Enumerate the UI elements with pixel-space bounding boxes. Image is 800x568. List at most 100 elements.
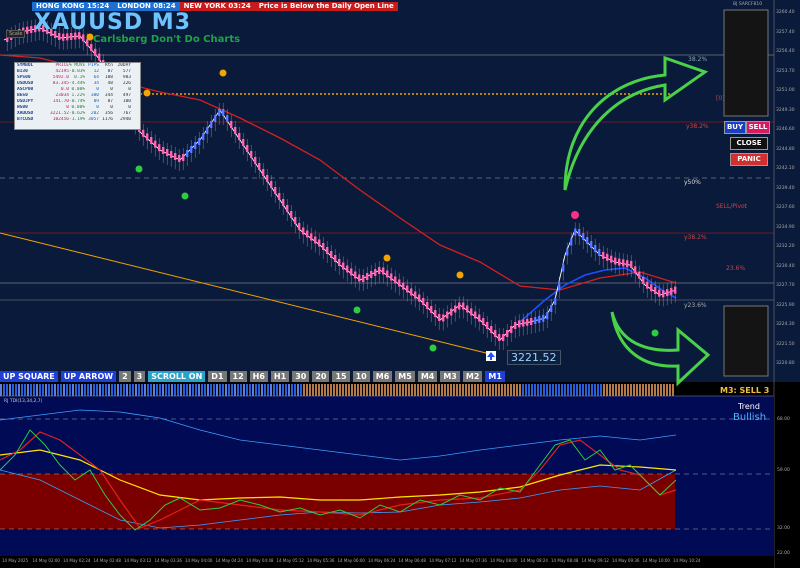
strip-segment — [591, 384, 593, 396]
timeframe-button[interactable]: 3 — [133, 371, 146, 382]
strip-segment — [435, 384, 437, 396]
level-label: 38.2% — [688, 56, 708, 63]
price-tick: 3244.80 — [776, 146, 795, 152]
strip-segment — [474, 384, 476, 396]
strip-segment — [621, 384, 623, 396]
table-cell: 102456 — [52, 117, 69, 122]
strip-segment — [633, 384, 635, 396]
strip-segment — [306, 384, 308, 396]
strip-segment — [459, 384, 461, 396]
strip-segment — [444, 384, 446, 396]
strip-segment — [237, 384, 239, 396]
timeframe-button[interactable]: M5 — [395, 371, 415, 382]
price-tick: 3234.90 — [776, 224, 795, 230]
table-cell: 3057 — [88, 117, 99, 122]
strip-segment — [450, 384, 452, 396]
strip-segment — [252, 384, 254, 396]
timeframe-button[interactable]: M1 — [485, 371, 505, 382]
timeframe-button[interactable]: 30 — [292, 371, 310, 382]
strip-segment — [495, 384, 497, 396]
strip-segment — [411, 384, 413, 396]
strip-segment — [489, 384, 491, 396]
strip-segment — [471, 384, 473, 396]
strip-segment — [99, 384, 101, 396]
buy-button[interactable]: BUY — [724, 121, 746, 134]
strip-segment — [375, 384, 377, 396]
strip-segment — [147, 384, 149, 396]
strip-segment — [456, 384, 458, 396]
strip-segment — [315, 384, 317, 396]
strip-segment — [45, 384, 47, 396]
strip-segment — [63, 384, 65, 396]
strip-segment — [582, 384, 584, 396]
timeframe-button[interactable]: H6 — [249, 371, 268, 382]
timeframe-button[interactable]: UP ARROW — [60, 371, 117, 382]
strip-segment — [402, 384, 404, 396]
strip-segment — [219, 384, 221, 396]
strip-segment — [291, 384, 293, 396]
strip-segment — [246, 384, 248, 396]
strip-segment — [150, 384, 152, 396]
strip-segment — [30, 384, 32, 396]
panic-button[interactable]: PANIC — [730, 153, 768, 166]
level-label: [0] — [716, 95, 725, 102]
timeframe-button[interactable]: M6 — [372, 371, 393, 382]
strip-segment — [669, 384, 671, 396]
strip-segment — [654, 384, 656, 396]
strip-segment — [600, 384, 602, 396]
timeframe-button[interactable]: M2 — [462, 371, 483, 382]
timeframe-button[interactable]: M4 — [417, 371, 438, 382]
strip-segment — [144, 384, 146, 396]
session-message: Price is Below the Daily Open Line — [254, 2, 398, 11]
strip-segment — [360, 384, 362, 396]
timeframe-button[interactable]: M3 — [440, 371, 460, 382]
strip-segment — [39, 384, 41, 396]
strip-segment — [69, 384, 71, 396]
timeframe-button[interactable]: D1 — [208, 371, 227, 382]
close-button[interactable]: CLOSE — [730, 137, 768, 150]
signal-dot-orange — [456, 271, 464, 279]
mini-panel-bottom — [723, 305, 769, 377]
strip-segment — [234, 384, 236, 396]
timeframe-button[interactable]: 10 — [352, 371, 370, 382]
timeframe-button[interactable]: 15 — [332, 371, 350, 382]
timeframe-button[interactable]: H1 — [270, 371, 290, 382]
timeframe-button[interactable]: UP SQUARE — [0, 371, 58, 382]
strip-segment — [297, 384, 299, 396]
strip-segment — [120, 384, 122, 396]
strip-segment — [468, 384, 470, 396]
strip-segment — [420, 384, 422, 396]
strip-segment — [366, 384, 368, 396]
timeframe-button[interactable]: 2 — [119, 371, 131, 382]
strip-segment — [6, 384, 8, 396]
strip-segment — [534, 384, 536, 396]
strip-segment — [648, 384, 650, 396]
table-cell: BTCUSD — [17, 117, 34, 122]
strip-segment — [60, 384, 62, 396]
strip-segment — [225, 384, 227, 396]
strip-segment — [21, 384, 23, 396]
strip-segment — [207, 384, 209, 396]
timeframe-button[interactable]: 20 — [312, 371, 330, 382]
strip-segment — [387, 384, 389, 396]
strip-segment — [162, 384, 164, 396]
level-label: y38.2% — [684, 234, 707, 241]
time-tick: 14 May 07:36 — [459, 558, 487, 563]
strip-segment — [666, 384, 668, 396]
signal-dot-pink — [571, 211, 579, 219]
timeframe-button[interactable]: SCROLL ON — [148, 371, 206, 382]
strip-segment — [72, 384, 74, 396]
strip-segment — [12, 384, 14, 396]
strip-segment — [597, 384, 599, 396]
signal-dot-orange — [383, 254, 391, 262]
strip-segment — [312, 384, 314, 396]
time-tick: 14 May 08:00 — [490, 558, 518, 563]
indicator-tick: 59.00 — [777, 468, 790, 473]
strip-segment — [522, 384, 524, 396]
scale-label[interactable]: Scale — [6, 30, 26, 38]
sell-button[interactable]: SELL — [746, 121, 770, 134]
time-tick: 14 May 03:36 — [154, 558, 182, 563]
strip-segment — [228, 384, 230, 396]
timeframe-button[interactable]: 12 — [229, 371, 247, 382]
strip-segment — [615, 384, 617, 396]
